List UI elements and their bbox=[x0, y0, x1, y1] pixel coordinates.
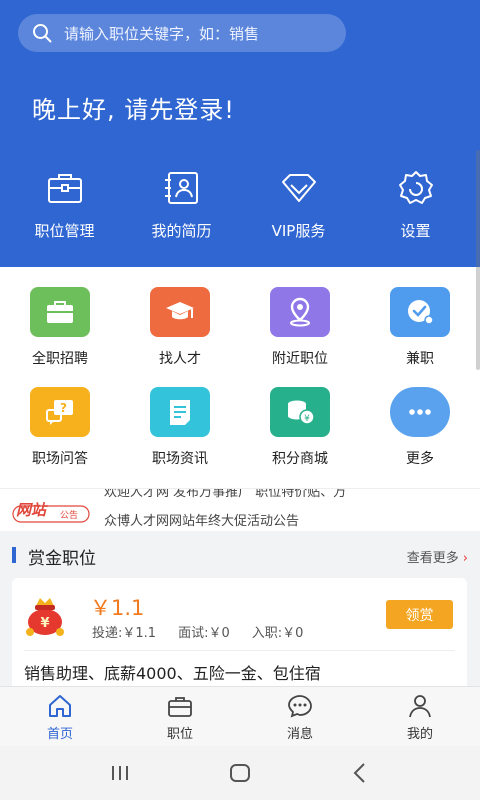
feature-tile bbox=[270, 287, 330, 337]
tab-jobs[interactable]: 职位 bbox=[120, 687, 240, 746]
feature-tile bbox=[390, 387, 450, 437]
claim-reward-button[interactable]: 领赏 bbox=[386, 600, 453, 629]
quick-action-vip[interactable]: VIP服务 bbox=[240, 168, 357, 241]
job-title[interactable]: 销售助理、底薪4000、五险一金、包住宿 bbox=[24, 660, 321, 684]
feature-tile bbox=[30, 287, 90, 337]
announcement-badge: 网站 公告 bbox=[12, 501, 90, 523]
tab-label: 消息 bbox=[286, 727, 313, 742]
briefcase-icon bbox=[47, 301, 73, 323]
back-icon[interactable] bbox=[347, 760, 373, 786]
resume-icon bbox=[164, 172, 198, 204]
question-chat-icon: ? bbox=[46, 400, 73, 425]
home-button-icon[interactable] bbox=[227, 760, 253, 786]
feature-points-mall[interactable]: ¥ 积分商城 bbox=[240, 387, 360, 468]
card-divider bbox=[24, 650, 455, 651]
search-placeholder: 请输入职位关键字，如：销售 bbox=[64, 24, 260, 43]
feature-find-talent[interactable]: 找人才 bbox=[120, 287, 240, 368]
tab-label: 职位 bbox=[166, 727, 193, 742]
quick-action-job-management[interactable]: 职位管理 bbox=[6, 168, 123, 241]
announcement-text: 欢迎人才网 发布万事推广 职位特价贴、万 bbox=[104, 488, 347, 500]
quick-action-label: 我的简历 bbox=[151, 222, 212, 240]
news-icon bbox=[170, 400, 190, 425]
diamond-icon bbox=[281, 174, 316, 202]
briefcase-icon bbox=[168, 697, 192, 717]
quick-action-label: 职位管理 bbox=[34, 222, 95, 240]
message-icon bbox=[288, 695, 312, 718]
user-icon bbox=[409, 695, 431, 718]
feature-tile bbox=[150, 387, 210, 437]
tab-label: 首页 bbox=[46, 727, 73, 742]
tab-profile[interactable]: 我的 bbox=[360, 687, 480, 746]
feature-grid: 全职招聘 找人才 附近职位 兼职 ? 职场问答 职场资讯 ¥ 积分商城 更多 bbox=[0, 267, 480, 488]
clock-icon bbox=[408, 300, 434, 325]
feature-tile: ? bbox=[30, 387, 90, 437]
svg-text:¥: ¥ bbox=[40, 616, 49, 631]
interview-reward: 面试:￥0 bbox=[178, 626, 230, 641]
feature-part-time[interactable]: 兼职 bbox=[360, 287, 480, 368]
scrollbar[interactable] bbox=[476, 150, 480, 370]
announcement-badge-sub: 公告 bbox=[60, 509, 78, 521]
feature-label: 职场问答 bbox=[32, 451, 88, 467]
gear-icon bbox=[398, 171, 433, 204]
bounty-job-card[interactable]: ¥ ￥1.1 投递:￥1.1 面试:￥0 入职:￥0 领赏 销售助理、底薪4000、… bbox=[12, 578, 467, 698]
more-dots-icon bbox=[409, 409, 431, 415]
feature-label: 找人才 bbox=[159, 351, 201, 367]
tab-messages[interactable]: 消息 bbox=[240, 687, 360, 746]
search-icon bbox=[33, 24, 52, 43]
feature-more[interactable]: 更多 bbox=[360, 387, 480, 468]
feature-tile bbox=[150, 287, 210, 337]
feature-label: 积分商城 bbox=[272, 451, 328, 467]
view-more-link[interactable]: 查看更多 › bbox=[407, 547, 468, 566]
section-title: 赏金职位 bbox=[28, 549, 96, 569]
bounty-amount: ￥1.1 bbox=[90, 596, 145, 620]
tab-home[interactable]: 首页 bbox=[0, 687, 120, 746]
greeting-login-prompt[interactable]: 晚上好, 请先登录! bbox=[32, 90, 235, 125]
quick-action-settings[interactable]: 设置 bbox=[357, 168, 474, 241]
quick-action-label: VIP服务 bbox=[271, 222, 326, 240]
bottom-tab-bar: 首页 职位 消息 我的 bbox=[0, 686, 480, 746]
search-bar[interactable]: 请输入职位关键字，如：销售 bbox=[18, 14, 346, 52]
quick-action-my-resume[interactable]: 我的简历 bbox=[123, 168, 240, 241]
recent-apps-icon[interactable] bbox=[107, 760, 133, 786]
briefcase-icon bbox=[47, 174, 82, 203]
graduation-cap-icon bbox=[166, 302, 194, 320]
coins-icon: ¥ bbox=[288, 400, 315, 425]
svg-text:¥: ¥ bbox=[304, 414, 310, 424]
chevron-right-icon: › bbox=[462, 551, 468, 566]
feature-nearby-jobs[interactable]: 附近职位 bbox=[240, 287, 360, 368]
feature-fulltime-jobs[interactable]: 全职招聘 bbox=[0, 287, 120, 368]
quick-action-label: 设置 bbox=[400, 222, 431, 240]
feature-label: 兼职 bbox=[406, 351, 434, 367]
tab-label: 我的 bbox=[406, 727, 433, 742]
bounty-breakdown: 投递:￥1.1 面试:￥0 入职:￥0 bbox=[92, 622, 325, 641]
quick-actions: 职位管理 我的简历 VIP服务 设置 bbox=[0, 168, 480, 241]
money-bag-icon: ¥ bbox=[26, 598, 64, 636]
feature-workplace-news[interactable]: 职场资讯 bbox=[120, 387, 240, 468]
view-more-label: 查看更多 bbox=[406, 551, 459, 566]
feature-tile bbox=[390, 287, 450, 337]
announcement-bar[interactable]: 网站 公告 欢迎人才网 发布万事推广 职位特价贴、万 众博人才网网站年终大促活动… bbox=[0, 488, 480, 531]
announcement-text: 众博人才网网站年终大促活动公告 bbox=[104, 514, 300, 529]
bounty-section-header: 赏金职位 查看更多 › bbox=[0, 535, 480, 575]
feature-row: 全职招聘 找人才 附近职位 兼职 bbox=[0, 287, 480, 368]
location-pin-icon bbox=[290, 297, 310, 327]
feature-tile: ¥ bbox=[270, 387, 330, 437]
announcement-badge-text: 网站 bbox=[16, 501, 49, 519]
home-icon bbox=[49, 695, 71, 717]
feature-label: 附近职位 bbox=[272, 351, 328, 367]
feature-label: 更多 bbox=[406, 451, 434, 467]
delivery-reward: 投递:￥1.1 bbox=[92, 626, 157, 641]
feature-label: 职场资讯 bbox=[152, 451, 208, 467]
header-panel: 请输入职位关键字，如：销售 晚上好, 请先登录! 职位管理 我的简历 VIP服务… bbox=[0, 0, 480, 267]
feature-row: ? 职场问答 职场资讯 ¥ 积分商城 更多 bbox=[0, 387, 480, 468]
section-accent-bar bbox=[12, 547, 16, 563]
system-navigation-bar bbox=[0, 746, 480, 800]
feature-label: 全职招聘 bbox=[32, 351, 88, 367]
feature-workplace-qa[interactable]: ? 职场问答 bbox=[0, 387, 120, 468]
onboard-reward: 入职:￥0 bbox=[251, 626, 304, 641]
